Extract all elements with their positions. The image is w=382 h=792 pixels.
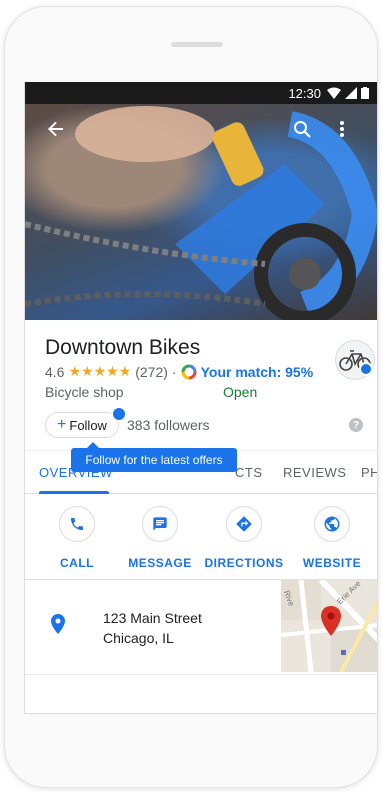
bike-photo-illustration [25, 104, 377, 320]
status-time: 12:30 [288, 85, 321, 101]
help-icon[interactable]: ? [349, 418, 363, 432]
plus-icon: + [57, 416, 67, 433]
section-divider-2 [25, 674, 377, 675]
rating-value: 4.6 [45, 363, 65, 380]
match-score[interactable]: Your match: 95% [201, 364, 314, 380]
message-button[interactable]: MESSAGE [115, 506, 205, 570]
directions-label: DIRECTIONS [204, 556, 284, 570]
search-icon [294, 121, 311, 138]
tab-photos[interactable]: PH [361, 465, 377, 480]
rating-stars: ★★★★★ [68, 363, 132, 379]
website-button[interactable]: WEBSITE [287, 506, 377, 570]
address-street: 123 Main Street [103, 610, 202, 626]
place-category: Bicycle shop [45, 384, 124, 400]
place-title: Downtown Bikes [45, 336, 201, 359]
tab-active-indicator [39, 491, 109, 494]
message-label: MESSAGE [128, 556, 192, 570]
app-screen: 12:30 Downtown Bikes 4.6 ★★★★★ (272) · Y… [24, 82, 378, 714]
tab-reviews[interactable]: REVIEWS [283, 465, 346, 480]
message-icon [153, 517, 167, 531]
separator-dot: · [171, 363, 177, 380]
offer-tag-icon [111, 406, 127, 422]
call-label: CALL [60, 556, 94, 570]
directions-icon [236, 516, 252, 532]
rating-row: 4.6 ★★★★★ (272) · Your match: 95% [45, 363, 313, 380]
action-buttons: CALL MESSAGE DIRECTIONS WEBSITE [25, 506, 377, 584]
directions-circle [226, 506, 262, 542]
tab-about[interactable]: CTS [235, 465, 263, 480]
call-circle [59, 506, 95, 542]
verified-badge-icon [359, 362, 373, 376]
match-icon [181, 364, 197, 379]
phone-speaker [171, 42, 223, 47]
more-vert-icon [340, 121, 344, 137]
phone-icon [71, 518, 83, 530]
battery-icon [361, 87, 369, 99]
directions-button[interactable]: DIRECTIONS [199, 506, 289, 570]
website-label: WEBSITE [302, 556, 362, 570]
open-status: Open [223, 384, 258, 400]
follow-label: Follow [69, 417, 107, 433]
map-illustration: Rive Erie Ave [281, 580, 377, 672]
signal-icon [345, 87, 357, 99]
website-circle [314, 506, 350, 542]
hero-photo [25, 104, 377, 320]
review-count[interactable]: (272) [135, 364, 168, 380]
address-row[interactable]: 123 Main Street Chicago, IL Rive Erie Av… [25, 580, 377, 672]
address-city: Chicago, IL [103, 630, 174, 646]
wifi-icon [327, 87, 341, 99]
globe-icon [324, 516, 340, 532]
call-button[interactable]: CALL [32, 506, 122, 570]
followers-count: 383 followers [127, 417, 210, 433]
status-bar: 12:30 [25, 82, 377, 104]
follow-tooltip: Follow for the latest offers [71, 448, 237, 472]
follow-button[interactable]: + Follow [45, 412, 119, 438]
search-button[interactable] [293, 120, 317, 144]
back-button[interactable] [47, 120, 71, 144]
map-thumbnail[interactable]: Rive Erie Ave [281, 580, 377, 672]
location-pin-icon [51, 614, 65, 634]
message-circle [142, 506, 178, 542]
more-options-button[interactable] [339, 120, 363, 144]
back-arrow-icon [48, 121, 63, 137]
